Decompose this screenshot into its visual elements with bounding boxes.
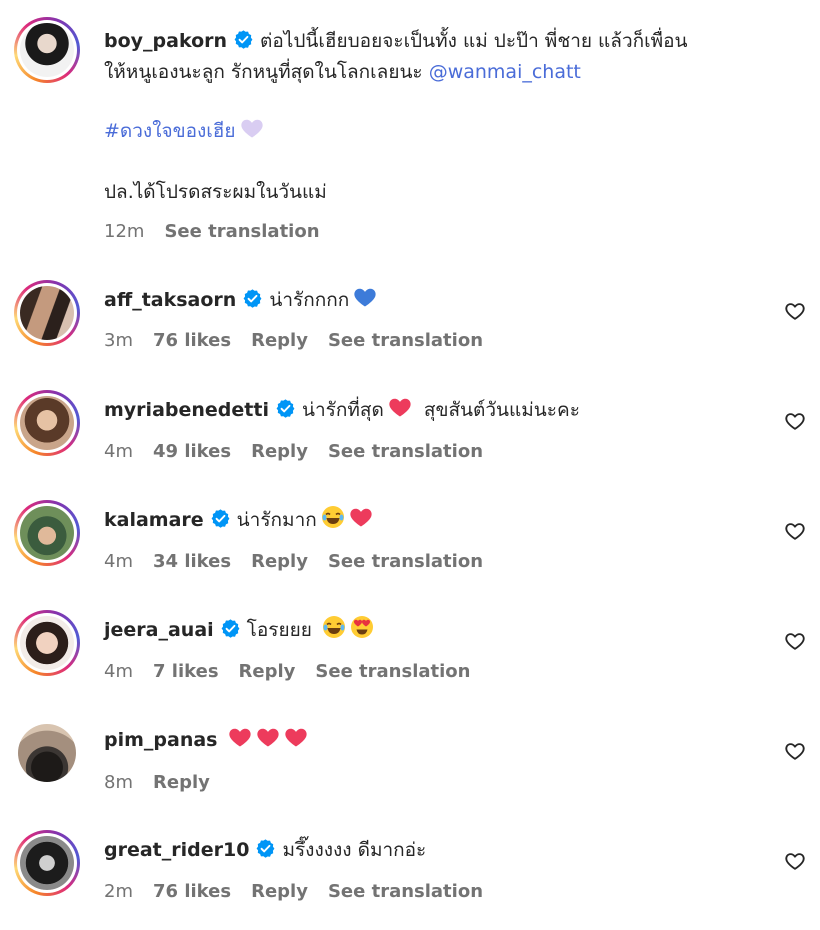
comment-text: aff_taksaorn น่ารักกกก bbox=[104, 285, 760, 316]
verified-badge-icon bbox=[220, 618, 241, 639]
reply-button[interactable]: Reply bbox=[251, 330, 308, 351]
red-heart-icon bbox=[228, 725, 252, 749]
comment-item: pim_panas 8m Reply bbox=[0, 720, 820, 820]
comment-username[interactable]: pim_panas bbox=[104, 729, 218, 751]
verified-badge-icon bbox=[275, 398, 296, 419]
heart-outline-icon[interactable] bbox=[784, 850, 806, 872]
comment-username[interactable]: kalamare bbox=[104, 509, 204, 531]
reply-button[interactable]: Reply bbox=[251, 441, 308, 462]
likes-count[interactable]: 76 likes bbox=[153, 881, 231, 902]
verified-badge-icon bbox=[242, 288, 263, 309]
see-translation-button[interactable]: See translation bbox=[328, 881, 483, 902]
likes-count[interactable]: 49 likes bbox=[153, 441, 231, 462]
avatar[interactable] bbox=[14, 17, 80, 83]
red-heart-icon bbox=[256, 725, 280, 749]
heart-outline-icon[interactable] bbox=[784, 630, 806, 652]
comment-body: มรึ๊งงงงง ดีมากอ่ะ bbox=[282, 839, 427, 861]
caption-line2: ให้หนูเองนะลูก รักหนูที่สุดในโลกเลยนะ bbox=[104, 61, 423, 83]
see-translation-button[interactable]: See translation bbox=[328, 551, 483, 572]
comment-text: kalamare น่ารักมาก bbox=[104, 505, 760, 536]
mention-link[interactable]: @wanmai_chatt bbox=[429, 61, 581, 83]
heart-outline-icon[interactable] bbox=[784, 520, 806, 542]
comment-meta: 4m 34 likes Reply See translation bbox=[104, 551, 503, 572]
likes-count[interactable]: 7 likes bbox=[153, 661, 219, 682]
comment-meta: 2m 76 likes Reply See translation bbox=[104, 881, 503, 902]
caption-text: boy_pakorn ต่อไปนี้เฮียบอยจะเป็นทั้ง แม่ … bbox=[104, 26, 760, 88]
comment-body: น่ารักมาก bbox=[236, 509, 317, 531]
timestamp: 12m bbox=[104, 221, 145, 242]
avatar[interactable] bbox=[14, 500, 80, 566]
hashtag-line: #ดวงใจของเฮีย bbox=[104, 116, 760, 147]
comment-item: jeera_auai โอรยยย 4m 7 likes Reply See trans… bbox=[0, 610, 820, 710]
comment-item: aff_taksaorn น่ารักกกก 3m 76 likes Reply See… bbox=[0, 280, 820, 380]
timestamp: 2m bbox=[104, 881, 133, 902]
timestamp: 4m bbox=[104, 661, 133, 682]
red-heart-icon bbox=[388, 395, 412, 419]
red-heart-icon bbox=[284, 725, 308, 749]
comment-text: myriabenedetti น่ารักที่สุด สุขสันต์วันแม… bbox=[104, 395, 760, 426]
comment-text: great_rider10 มรึ๊งงงงง ดีมากอ่ะ bbox=[104, 835, 760, 866]
comment-text: jeera_auai โอรยยย bbox=[104, 615, 760, 646]
caption-line1: ต่อไปนี้เฮียบอยจะเป็นทั้ง แม่ ปะป๊า พี่ช… bbox=[260, 30, 688, 52]
comment-meta: 8m Reply bbox=[104, 772, 230, 793]
timestamp: 4m bbox=[104, 441, 133, 462]
comment-username[interactable]: great_rider10 bbox=[104, 839, 249, 861]
comment-body: โอรยยย bbox=[246, 619, 312, 641]
verified-badge-icon bbox=[233, 29, 254, 50]
avatar[interactable] bbox=[14, 390, 80, 456]
timestamp: 3m bbox=[104, 330, 133, 351]
comment-meta: 3m 76 likes Reply See translation bbox=[104, 330, 503, 351]
blue-heart-icon bbox=[353, 285, 377, 309]
verified-badge-icon bbox=[255, 838, 276, 859]
caption-ps: ปล.ได้โปรดสระผมในวันแม่ bbox=[104, 177, 760, 208]
comment-username[interactable]: jeera_auai bbox=[104, 619, 214, 641]
comment-username[interactable]: aff_taksaorn bbox=[104, 289, 236, 311]
comment-body-2: สุขสันต์วันแม่นะคะ bbox=[423, 399, 580, 421]
caption-username[interactable]: boy_pakorn bbox=[104, 30, 227, 52]
comment-username[interactable]: myriabenedetti bbox=[104, 399, 269, 421]
comment-item: myriabenedetti น่ารักที่สุด สุขสันต์วันแม… bbox=[0, 390, 820, 490]
comment-text: pim_panas bbox=[104, 725, 760, 756]
comment-item: kalamare น่ารักมาก 4m 34 likes Reply See tra… bbox=[0, 500, 820, 600]
timestamp: 8m bbox=[104, 772, 133, 793]
laughing-emoji-icon bbox=[321, 505, 345, 529]
verified-badge-icon bbox=[210, 508, 231, 529]
heart-outline-icon[interactable] bbox=[784, 300, 806, 322]
avatar[interactable] bbox=[18, 724, 76, 782]
red-heart-icon bbox=[349, 505, 373, 529]
caption-ps-text: ปล.ได้โปรดสระผมในวันแม่ bbox=[104, 181, 327, 203]
likes-count[interactable]: 76 likes bbox=[153, 330, 231, 351]
see-translation-button[interactable]: See translation bbox=[328, 330, 483, 351]
laughing-emoji-icon bbox=[322, 615, 346, 639]
likes-count[interactable]: 34 likes bbox=[153, 551, 231, 572]
comment-item: great_rider10 มรึ๊งงงงง ดีมากอ่ะ 2m 76 lik… bbox=[0, 830, 820, 930]
avatar[interactable] bbox=[14, 610, 80, 676]
avatar[interactable] bbox=[14, 830, 80, 896]
timestamp: 4m bbox=[104, 551, 133, 572]
reply-button[interactable]: Reply bbox=[251, 551, 308, 572]
reply-button[interactable]: Reply bbox=[251, 881, 308, 902]
reply-button[interactable]: Reply bbox=[239, 661, 296, 682]
reply-button[interactable]: Reply bbox=[153, 772, 210, 793]
hashtag-link[interactable]: #ดวงใจของเฮีย bbox=[104, 120, 236, 142]
heart-eyes-emoji-icon bbox=[350, 615, 374, 639]
see-translation-button[interactable]: See translation bbox=[328, 441, 483, 462]
lilac-heart-icon bbox=[240, 116, 264, 140]
comment-body: น่ารักกกก bbox=[269, 289, 350, 311]
see-translation-button[interactable]: See translation bbox=[315, 661, 470, 682]
comment-meta: 4m 49 likes Reply See translation bbox=[104, 441, 503, 462]
heart-outline-icon[interactable] bbox=[784, 410, 806, 432]
comment-meta: 4m 7 likes Reply See translation bbox=[104, 661, 490, 682]
caption-block: boy_pakorn ต่อไปนี้เฮียบอยจะเป็นทั้ง แม่ … bbox=[0, 0, 820, 260]
see-translation-button[interactable]: See translation bbox=[164, 221, 319, 242]
comment-body: น่ารักที่สุด bbox=[301, 399, 384, 421]
caption-meta: 12m See translation bbox=[104, 221, 340, 242]
avatar[interactable] bbox=[14, 280, 80, 346]
heart-outline-icon[interactable] bbox=[784, 740, 806, 762]
